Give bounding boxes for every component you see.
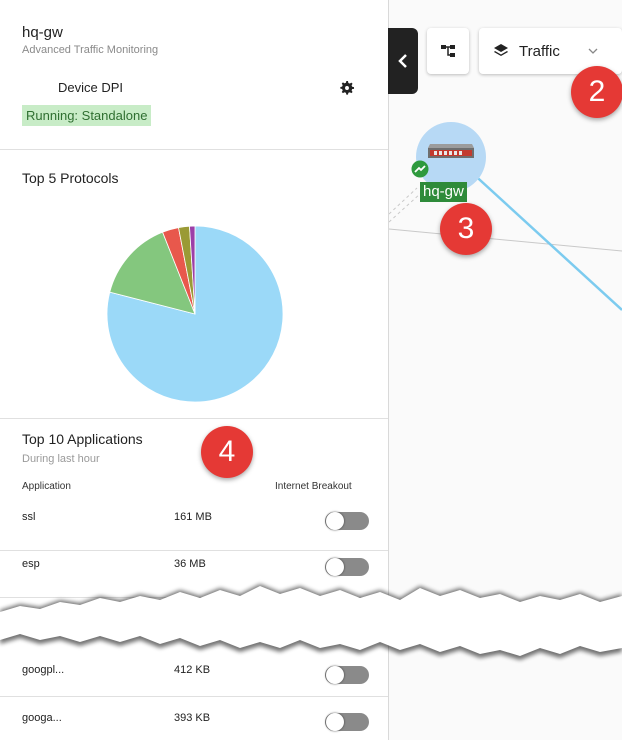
divider: [0, 418, 388, 419]
protocols-title: Top 5 Protocols: [22, 170, 119, 186]
traffic-link-line: [468, 169, 622, 311]
map-link-dashed: [389, 192, 422, 223]
topology-view-button[interactable]: [427, 28, 469, 74]
device-subtitle: Advanced Traffic Monitoring: [22, 44, 159, 56]
collapse-panel-button[interactable]: [388, 28, 418, 94]
layers-icon: [494, 44, 508, 56]
table-row: ssl 161 MB: [0, 504, 388, 551]
gear-icon[interactable]: [338, 79, 356, 97]
trend-up-icon: [411, 160, 429, 178]
map-link-line: [389, 228, 622, 252]
router-icon: [428, 144, 474, 158]
device-node-label: hq-gw: [420, 182, 467, 202]
torn-edge-separator: [0, 584, 622, 660]
status-badge: Running: Standalone: [22, 105, 152, 126]
divider: [0, 149, 388, 150]
callout-4: 4: [201, 426, 253, 478]
protocols-pie-chart: [106, 225, 284, 403]
applications-title: Top 10 Applications: [22, 431, 143, 447]
internet-breakout-toggle[interactable]: [325, 713, 369, 731]
application-size: 161 MB: [174, 511, 212, 523]
chevron-down-icon: [588, 48, 598, 54]
application-name: googa...: [22, 712, 62, 724]
column-header-internet-breakout: Internet Breakout: [275, 481, 352, 492]
applications-subtitle: During last hour: [22, 453, 100, 465]
application-name: ssl: [22, 511, 36, 523]
callout-3: 3: [440, 203, 492, 255]
toggle-knob: [326, 512, 344, 530]
application-size: 393 KB: [174, 712, 211, 724]
column-header-application: Application: [22, 481, 71, 492]
toggle-knob: [326, 713, 344, 731]
chevron-left-icon: [398, 54, 407, 68]
topology-icon: [441, 45, 455, 57]
device-dpi-label: Device DPI: [58, 80, 124, 95]
table-row: googa... 393 KB: [0, 697, 388, 740]
callout-2: 2: [571, 66, 622, 118]
internet-breakout-toggle[interactable]: [325, 512, 369, 530]
layer-select-value: Traffic: [519, 42, 560, 60]
device-name: hq-gw: [22, 24, 63, 41]
